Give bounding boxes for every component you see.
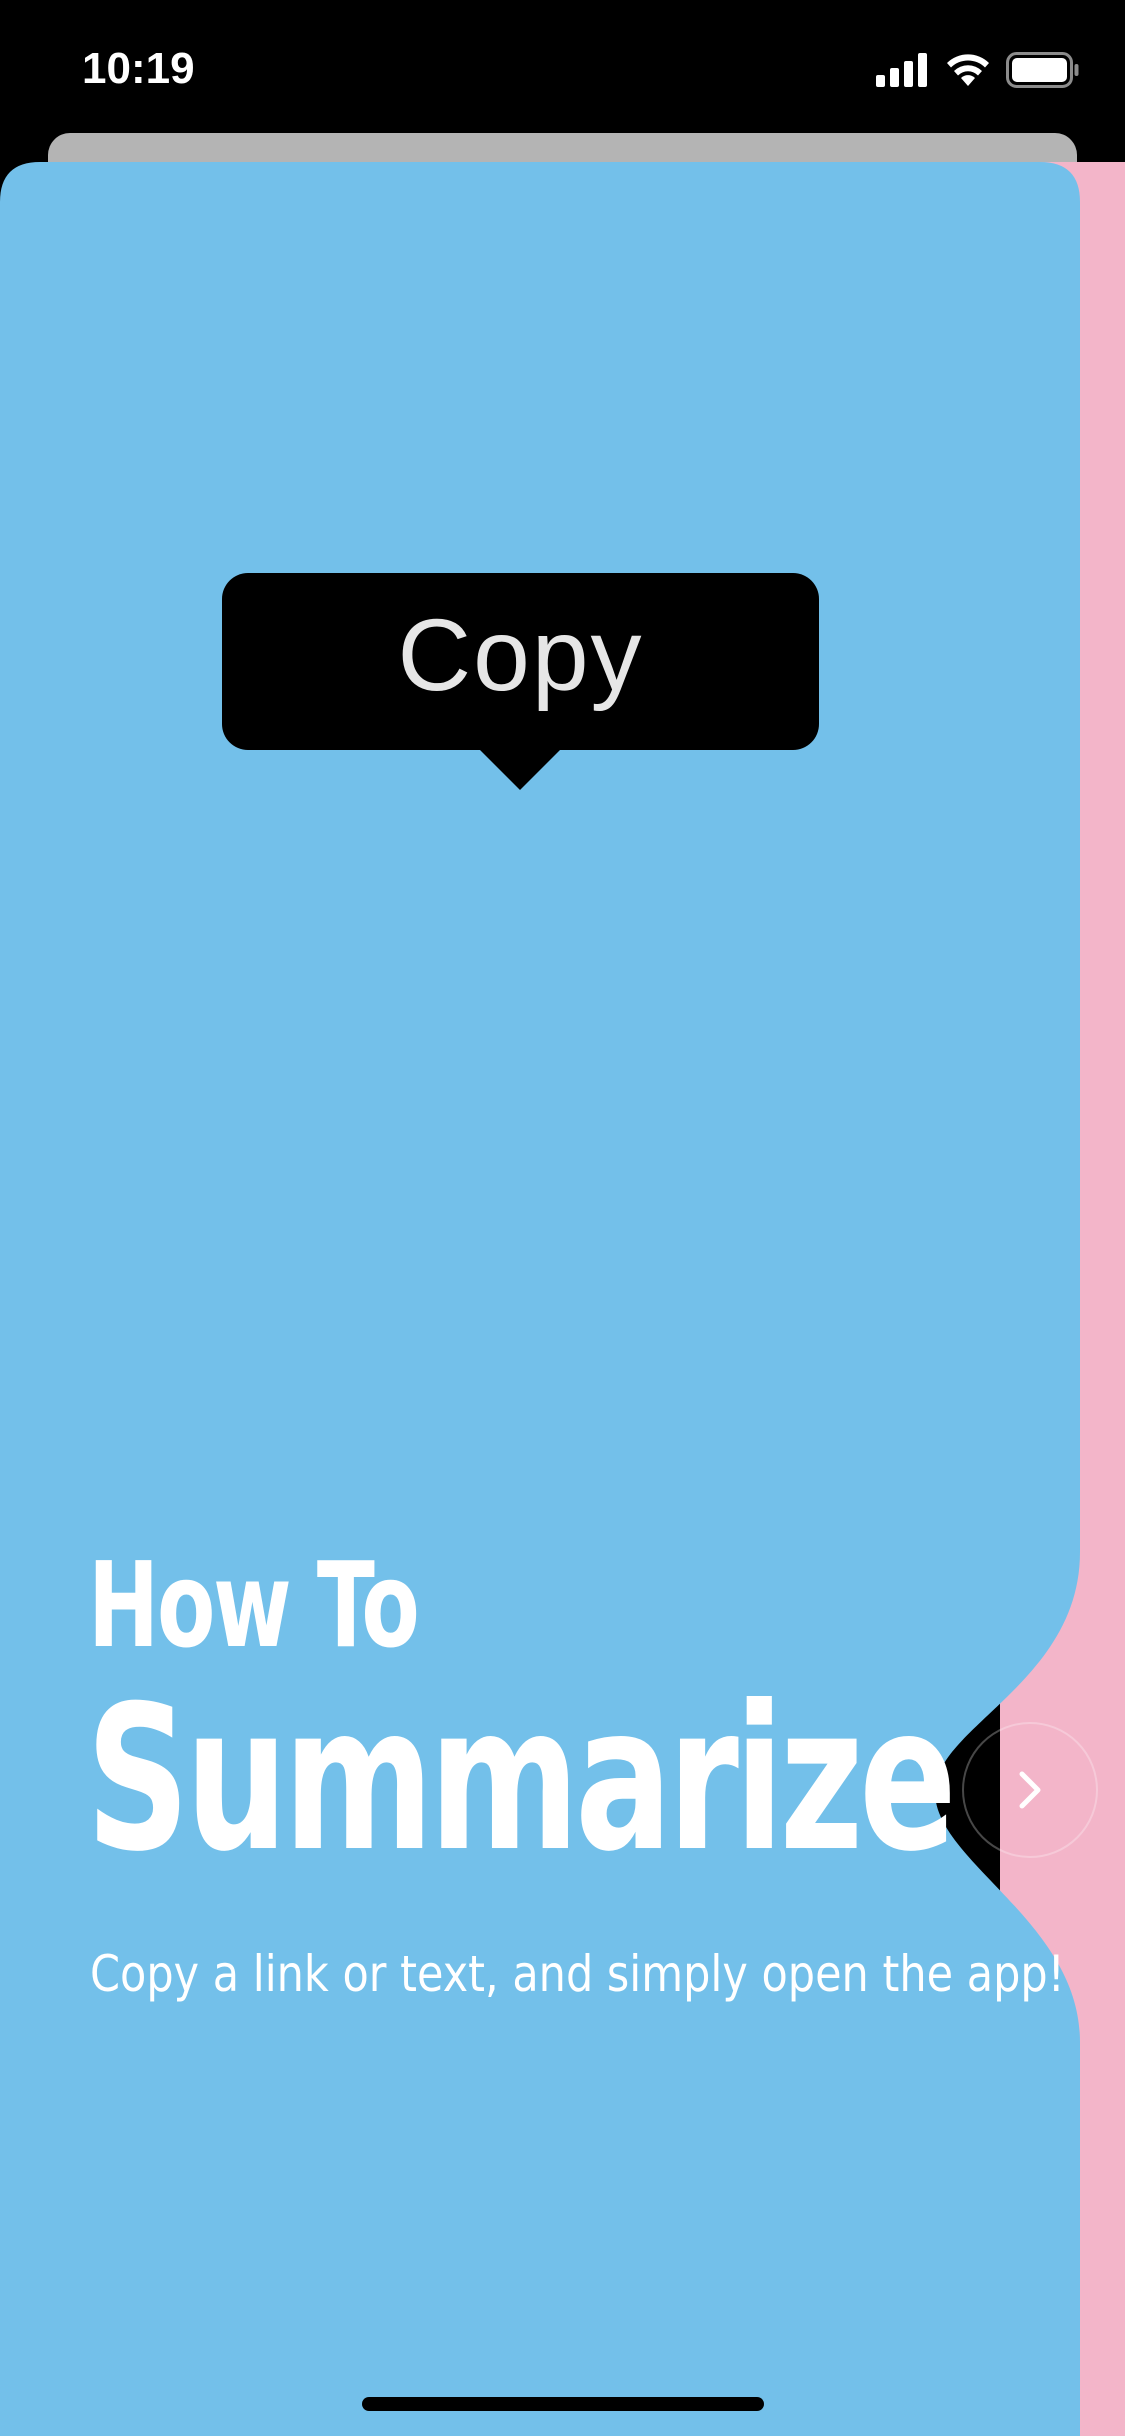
status-icons [876,48,1080,92]
onboarding-subtitle: Copy a link or text, and simply open the… [90,1945,1065,2003]
cellular-signal-icon [876,53,927,87]
onboarding-card [0,162,1125,2436]
copy-tooltip[interactable]: Copy [222,573,819,750]
copy-label: Copy [397,598,644,712]
wifi-icon [947,54,989,86]
next-button[interactable] [962,1722,1098,1858]
chevron-right-icon [1019,1771,1041,1809]
home-indicator[interactable] [362,2397,764,2411]
status-time: 10:19 [82,44,195,93]
battery-icon [1006,52,1079,88]
onboarding-card-shape [0,162,1080,2436]
tooltip-pointer [478,748,562,790]
heading-large: Summarize [86,1663,957,1896]
heading-small: How To [88,1536,420,1674]
status-bar: 10:19 [0,0,1125,135]
